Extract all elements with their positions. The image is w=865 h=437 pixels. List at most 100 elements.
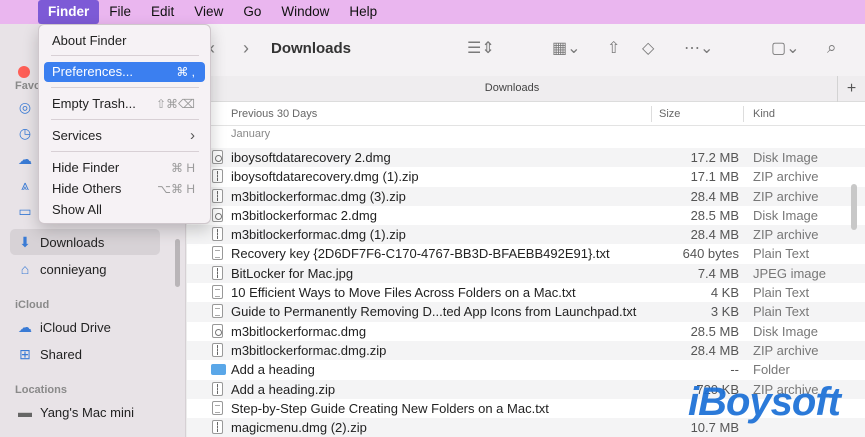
- menu-file[interactable]: File: [99, 0, 141, 24]
- list-view-icon[interactable]: ☰⇕: [467, 38, 495, 58]
- file-size: 28.4 MB: [690, 227, 739, 243]
- file-row[interactable]: Add a heading -- Folder: [187, 360, 865, 379]
- file-row[interactable]: m3bitlockerformac.dmg.zip 28.4 MB ZIP arch…: [187, 340, 865, 361]
- menu-item-label: Empty Trash...: [52, 96, 136, 111]
- file-row[interactable]: m3bitlockerformac.dmg (1).zip 28.4 MB ZIP …: [187, 225, 865, 245]
- file-name: iboysoftdatarecovery.dmg (1).zip: [231, 169, 419, 185]
- menu-item-label: Show All: [52, 202, 102, 217]
- file-name: m3bitlockerformac.dmg (3).zip: [231, 188, 406, 204]
- close-window-button[interactable]: [18, 66, 30, 78]
- clock-icon: ◷: [18, 124, 32, 141]
- menu-item-label: Hide Others: [52, 181, 122, 196]
- menu-item-about-finder[interactable]: About Finder: [44, 31, 205, 51]
- window-title: Downloads: [271, 40, 352, 57]
- menu-item-label: Services: [52, 128, 102, 143]
- menu-item-preferences[interactable]: Preferences... ⌘ ,: [44, 62, 205, 82]
- menu-finder[interactable]: Finder: [38, 0, 100, 24]
- sidebar-item-shared[interactable]: ⊞ Shared: [10, 341, 160, 367]
- menu-separator: [51, 119, 199, 120]
- file-name: 10 Efficient Ways to Move Files Across F…: [231, 285, 576, 301]
- file-kind: ZIP archive: [753, 227, 819, 243]
- folder-icon: [211, 364, 226, 376]
- share-icon[interactable]: ⇧: [607, 38, 620, 58]
- file-row[interactable]: m3bitlockerformac 2.dmg 28.5 MB Disk Image: [187, 206, 865, 225]
- file-icon: [212, 265, 223, 280]
- sidebar-item-mac-mini[interactable]: ▬ Yang's Mac mini: [10, 399, 160, 425]
- file-row[interactable]: Guide to Permanently Removing D...ted Ap…: [187, 302, 865, 322]
- tab-downloads[interactable]: Downloads: [187, 82, 837, 94]
- file-row[interactable]: 10 Efficient Ways to Move Files Across F…: [187, 283, 865, 302]
- menu-item-shortcut: ⌘ H: [171, 161, 195, 175]
- sidebar-item-downloads[interactable]: ⬇ Downloads: [10, 229, 160, 255]
- sidebar-item-home[interactable]: ⌂ connieyang: [10, 256, 160, 282]
- extension-icon[interactable]: ▢⌄: [771, 38, 800, 58]
- menu-item-label: Hide Finder: [52, 160, 120, 175]
- file-row[interactable]: BitLocker for Mac.jpg 7.4 MB JPEG image: [187, 263, 865, 284]
- menu-help[interactable]: Help: [339, 0, 387, 24]
- file-name: m3bitlockerformac.dmg.zip: [231, 342, 387, 358]
- file-size: 640 bytes: [682, 246, 739, 262]
- file-name: BitLocker for Mac.jpg: [231, 265, 354, 281]
- sidebar-scrollbar[interactable]: [175, 239, 180, 287]
- tag-icon[interactable]: ◇: [642, 38, 654, 58]
- search-icon[interactable]: ⌕: [827, 38, 837, 58]
- forward-button[interactable]: ›: [243, 38, 249, 59]
- file-icon: [212, 207, 223, 222]
- menu-go[interactable]: Go: [233, 0, 271, 24]
- menu-window[interactable]: Window: [271, 0, 339, 24]
- file-row[interactable]: m3bitlockerformac.dmg 28.5 MB Disk Image: [187, 322, 865, 341]
- file-kind: Disk Image: [753, 150, 819, 165]
- menu-separator: [51, 55, 199, 56]
- menu-separator: [51, 87, 199, 88]
- file-icon: [212, 420, 223, 435]
- file-icon: [212, 381, 223, 396]
- menu-item-hide-finder[interactable]: Hide Finder ⌘ H: [44, 158, 205, 178]
- column-divider[interactable]: [743, 106, 744, 122]
- sidebar-section-icloud: iCloud: [15, 299, 50, 311]
- menu-view[interactable]: View: [184, 0, 233, 24]
- add-tab-button[interactable]: +: [837, 76, 865, 102]
- file-list-scrollbar[interactable]: [851, 184, 857, 230]
- file-row[interactable]: iboysoftdatarecovery 2.dmg 17.2 MB Disk Im…: [187, 148, 865, 168]
- file-icon: [212, 150, 223, 164]
- column-name[interactable]: Previous 30 Days: [231, 108, 317, 120]
- file-size: 17.2 MB: [690, 150, 739, 165]
- sidebar-section-locations: Locations: [15, 384, 67, 396]
- sidebar-item-label: iCloud Drive: [40, 319, 111, 335]
- desktop-icon: ▭: [18, 202, 32, 219]
- column-size[interactable]: Size: [659, 108, 680, 120]
- file-name: m3bitlockerformac.dmg: [231, 323, 367, 339]
- file-row[interactable]: iboysoftdatarecovery.dmg (1).zip 17.1 MB Z…: [187, 167, 865, 186]
- action-icon[interactable]: ⋯⌄: [684, 38, 713, 58]
- file-name: m3bitlockerformac.dmg (1).zip: [231, 227, 406, 243]
- file-kind: ZIP archive: [753, 342, 819, 358]
- menu-edit[interactable]: Edit: [141, 0, 184, 24]
- group-label: January: [231, 128, 271, 140]
- finder-menu-dropdown: About Finder Preferences... ⌘ , Empty Tr…: [38, 24, 211, 224]
- menu-separator: [51, 151, 199, 152]
- menu-item-empty-trash[interactable]: Empty Trash... ⇧⌘⌫: [44, 94, 205, 114]
- menu-item-show-all[interactable]: Show All: [44, 200, 205, 220]
- sidebar-item-label: Shared: [40, 346, 82, 362]
- file-kind: Disk Image: [753, 323, 819, 339]
- column-kind[interactable]: Kind: [753, 108, 775, 120]
- menu-item-hide-others[interactable]: Hide Others ⌥⌘ H: [44, 179, 205, 199]
- toolbar: ‹ › Downloads ☰⇕ ▦⌄ ⇧ ◇ ⋯⌄ ▢⌄ ⌕: [187, 24, 865, 76]
- sidebar-item-label: Downloads: [40, 234, 105, 250]
- file-icon: [212, 188, 223, 203]
- column-divider[interactable]: [651, 106, 652, 122]
- computer-icon: ▬: [18, 404, 32, 420]
- file-size: --: [730, 362, 739, 378]
- menu-item-services[interactable]: Services ›: [44, 126, 205, 146]
- sidebar-item-icloud-drive[interactable]: ☁ iCloud Drive: [10, 314, 160, 340]
- file-name: Recovery key {2D6DF7F6-C170-4767-BB3D-BF…: [231, 246, 610, 262]
- file-name: iboysoftdatarecovery 2.dmg: [231, 150, 391, 165]
- file-row[interactable]: m3bitlockerformac.dmg (3).zip 28.4 MB ZIP …: [187, 186, 865, 206]
- file-row[interactable]: Recovery key {2D6DF7F6-C170-4767-BB3D-BF…: [187, 244, 865, 263]
- home-icon: ⌂: [20, 261, 30, 277]
- group-icon[interactable]: ▦⌄: [552, 38, 581, 58]
- file-name: Step-by-Step Guide Creating New Folders …: [231, 400, 549, 416]
- menu-item-label: Preferences...: [52, 64, 133, 79]
- downloads-icon: ⬇: [19, 233, 31, 250]
- menu-bar: Finder File Edit View Go Window Help: [0, 0, 865, 24]
